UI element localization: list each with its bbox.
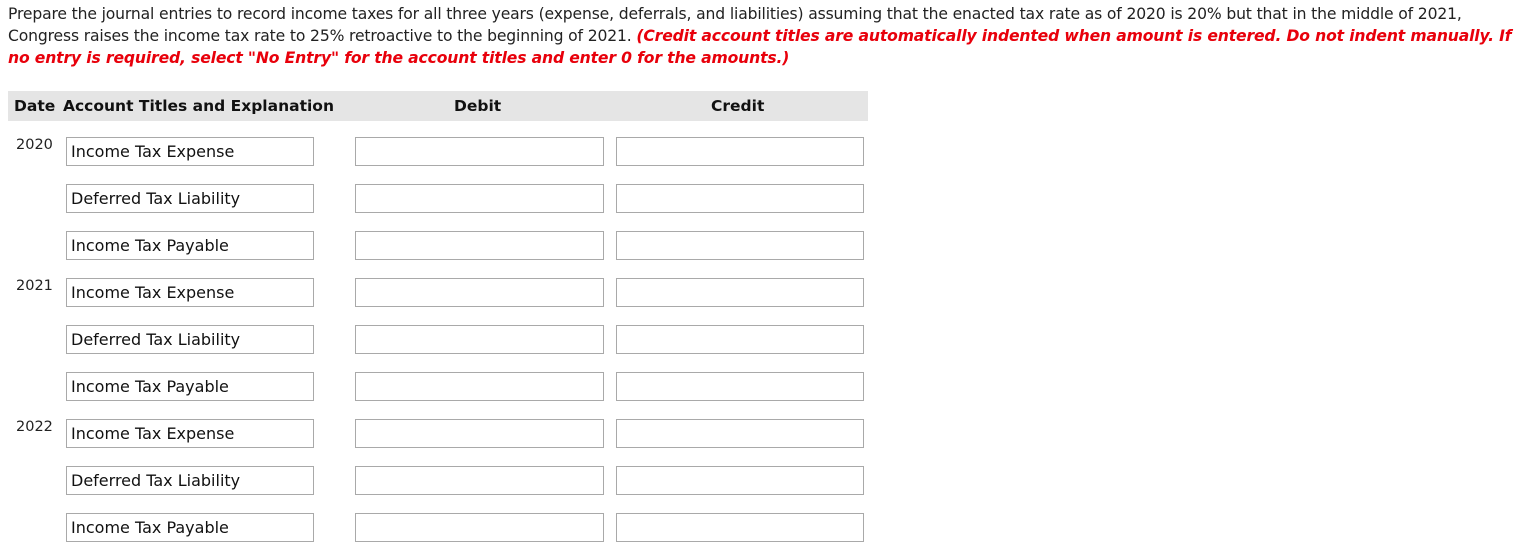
journal-row	[0, 466, 870, 497]
credit-input[interactable]	[616, 278, 864, 307]
journal-row	[0, 231, 870, 262]
journal-row: 2021	[0, 278, 870, 309]
journal-row: 2022	[0, 419, 870, 450]
account-title-input[interactable]	[66, 466, 314, 495]
debit-input[interactable]	[355, 466, 604, 495]
debit-input[interactable]	[355, 513, 604, 542]
header-date: Date	[14, 97, 56, 115]
credit-input[interactable]	[616, 137, 864, 166]
entry-date: 2020	[16, 137, 53, 153]
credit-input[interactable]	[616, 513, 864, 542]
debit-input[interactable]	[355, 325, 604, 354]
debit-input[interactable]	[355, 137, 604, 166]
instructions: Prepare the journal entries to record in…	[8, 3, 1533, 69]
entry-date: 2021	[16, 278, 53, 294]
credit-input[interactable]	[616, 466, 864, 495]
debit-input[interactable]	[355, 278, 604, 307]
account-title-input[interactable]	[66, 184, 314, 213]
debit-input[interactable]	[355, 372, 604, 401]
journal-table-header: Date Account Titles and Explanation Debi…	[8, 91, 868, 121]
journal-row	[0, 372, 870, 403]
header-credit: Credit	[711, 97, 765, 115]
credit-input[interactable]	[616, 419, 864, 448]
credit-input[interactable]	[616, 372, 864, 401]
account-title-input[interactable]	[66, 372, 314, 401]
header-debit: Debit	[454, 97, 502, 115]
credit-input[interactable]	[616, 184, 864, 213]
journal-row	[0, 325, 870, 356]
credit-input[interactable]	[616, 325, 864, 354]
account-title-input[interactable]	[66, 325, 314, 354]
credit-input[interactable]	[616, 231, 864, 260]
account-title-input[interactable]	[66, 137, 314, 166]
account-title-input[interactable]	[66, 419, 314, 448]
account-title-input[interactable]	[66, 513, 314, 542]
debit-input[interactable]	[355, 231, 604, 260]
account-title-input[interactable]	[66, 231, 314, 260]
debit-input[interactable]	[355, 184, 604, 213]
entry-date: 2022	[16, 419, 53, 435]
journal-row: 2020	[0, 137, 870, 168]
journal-row	[0, 513, 870, 544]
debit-input[interactable]	[355, 419, 604, 448]
account-title-input[interactable]	[66, 278, 314, 307]
journal-row	[0, 184, 870, 215]
header-account-titles: Account Titles and Explanation	[63, 97, 334, 115]
